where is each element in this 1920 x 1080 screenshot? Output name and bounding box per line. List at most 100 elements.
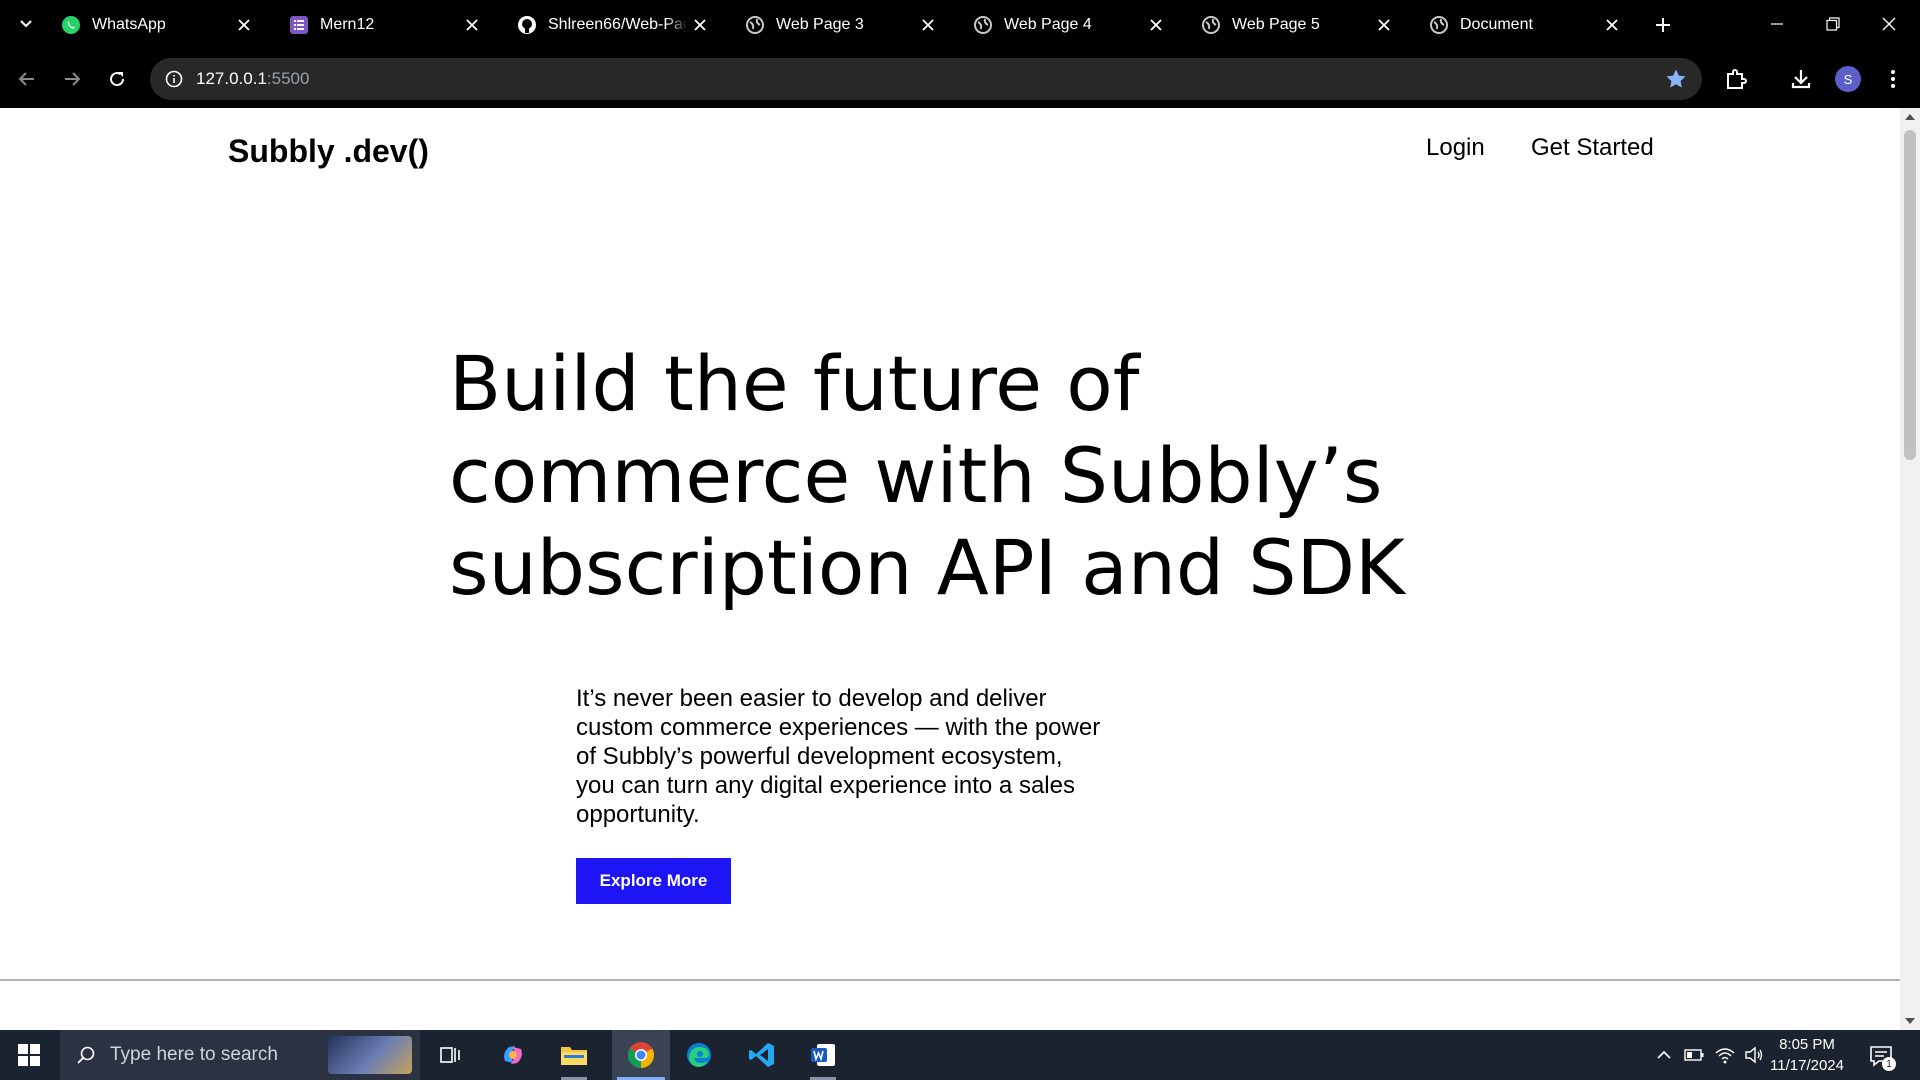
plus-icon — [1656, 18, 1670, 32]
close-icon[interactable] — [688, 13, 712, 37]
close-icon[interactable] — [1372, 13, 1396, 37]
nav-login-link[interactable]: Login — [1426, 134, 1485, 162]
puzzle-icon — [1727, 69, 1747, 89]
word-icon[interactable] — [798, 1030, 848, 1080]
section-divider — [0, 979, 1900, 981]
hero-title: Build the future of commerce with Subbly… — [449, 338, 1449, 614]
info-icon[interactable] — [162, 67, 186, 91]
tab-web-page-5[interactable]: Web Page 5 — [1188, 8, 1404, 42]
edge-icon[interactable] — [674, 1030, 724, 1080]
hero-description-line: opportunity. — [576, 801, 700, 828]
close-icon[interactable] — [1600, 13, 1624, 37]
hero-description-line: you can turn any digital experience into… — [576, 772, 1075, 799]
tab-title: Mern12 — [320, 16, 375, 33]
more-vertical-icon — [1891, 70, 1895, 88]
clock-time: 8:05 PM — [1779, 1036, 1835, 1053]
tab-title: Web Page 3 — [776, 16, 864, 33]
tab-title: Document — [1460, 16, 1533, 33]
hero-description: It’s never been easier to develop and de… — [576, 684, 1156, 829]
browser-toolbar: 127.0.0.1:5500 — [0, 50, 1920, 108]
search-highlight-image[interactable] — [328, 1036, 412, 1074]
back-button[interactable] — [10, 62, 44, 96]
url-text: 127.0.0.1:5500 — [196, 69, 309, 89]
restore-icon — [1826, 17, 1840, 31]
hero-description-line: custom commerce experiences — with the p… — [576, 714, 1101, 741]
clock-date: 11/17/2024 — [1770, 1057, 1844, 1074]
url-host: 127.0.0.1 — [196, 69, 267, 88]
brand-logo[interactable]: Subbly .dev() — [228, 133, 429, 170]
tab-title: Web Page 4 — [1004, 16, 1092, 33]
tab-search-button[interactable] — [14, 12, 38, 36]
tab-whatsapp[interactable]: WhatsApp — [48, 8, 264, 42]
hero-description-line: It’s never been easier to develop and de… — [576, 685, 1047, 712]
close-icon — [1882, 17, 1896, 31]
close-window-button[interactable] — [1866, 8, 1912, 40]
chrome-icon[interactable] — [612, 1030, 670, 1080]
forward-button[interactable] — [55, 62, 89, 96]
bookmark-star-icon[interactable] — [1664, 67, 1688, 91]
hero-title-line: subscription API and SDK — [449, 523, 1405, 612]
reload-icon — [110, 72, 125, 87]
hero-title-line: commerce with Subbly’s — [449, 431, 1383, 520]
taskbar-search[interactable]: Type here to search — [60, 1030, 420, 1080]
github-icon — [516, 14, 538, 36]
close-icon[interactable] — [916, 13, 940, 37]
hero-description-line: of Subbly’s powerful development ecosyst… — [576, 743, 1063, 770]
url-port: :5500 — [266, 69, 310, 88]
forms-icon — [288, 14, 310, 36]
notification-count-badge: 1 — [1882, 1057, 1896, 1071]
close-icon[interactable] — [1144, 13, 1168, 37]
scroll-down-arrow-icon[interactable] — [1905, 1018, 1915, 1024]
page-scrollbar[interactable] — [1900, 108, 1920, 1030]
windows-taskbar: Type here to search 8:05 PM 11/17/2024 1 — [0, 1030, 1920, 1080]
extensions-button[interactable] — [1719, 62, 1753, 96]
windows-logo-icon — [18, 1044, 40, 1066]
taskbar-clock[interactable]: 8:05 PM 11/17/2024 — [1762, 1034, 1852, 1076]
copilot-icon[interactable] — [488, 1030, 538, 1080]
reload-button[interactable] — [100, 62, 134, 96]
new-tab-button[interactable] — [1650, 12, 1676, 38]
task-view-icon[interactable] — [425, 1030, 475, 1080]
search-icon — [74, 1043, 98, 1067]
hero-title-line: Build the future of — [449, 339, 1140, 428]
globe-icon — [972, 14, 994, 36]
tab-github[interactable]: Shlreen66/Web-Page — [504, 8, 720, 42]
whatsapp-icon — [60, 14, 82, 36]
tab-web-page-4[interactable]: Web Page 4 — [960, 8, 1176, 42]
page-viewport: Subbly .dev() Login Get Started Build th… — [0, 108, 1900, 1030]
vscode-icon[interactable] — [737, 1030, 787, 1080]
address-bar[interactable]: 127.0.0.1:5500 — [150, 58, 1702, 100]
minimize-icon — [1771, 23, 1783, 25]
chevron-down-icon — [20, 20, 32, 28]
tab-web-page-3[interactable]: Web Page 3 — [732, 8, 948, 42]
tab-mern12[interactable]: Mern12 — [276, 8, 492, 42]
file-explorer-icon[interactable] — [549, 1030, 599, 1080]
browser-menu-button[interactable] — [1876, 62, 1910, 96]
arrow-left-icon — [18, 72, 34, 86]
tab-strip: WhatsApp Mern12 Shlreen66/Web-Page Web P… — [0, 0, 1920, 50]
close-icon[interactable] — [232, 13, 256, 37]
minimize-button[interactable] — [1754, 8, 1800, 40]
globe-icon — [1200, 14, 1222, 36]
arrow-right-icon — [65, 72, 81, 86]
scroll-up-arrow-icon[interactable] — [1905, 114, 1915, 120]
search-placeholder: Type here to search — [110, 1044, 278, 1065]
tab-title: Shlreen66/Web-Page — [548, 16, 688, 33]
close-icon[interactable] — [460, 13, 484, 37]
tab-title: Web Page 5 — [1232, 16, 1320, 33]
chevron-up-icon[interactable] — [1652, 1043, 1676, 1067]
battery-icon[interactable] — [1682, 1043, 1706, 1067]
start-button[interactable] — [0, 1030, 58, 1080]
scrollbar-thumb[interactable] — [1904, 130, 1916, 460]
nav-get-started-link[interactable]: Get Started — [1531, 134, 1654, 162]
downloads-button[interactable] — [1784, 62, 1818, 96]
restore-button[interactable] — [1810, 8, 1856, 40]
tab-title: WhatsApp — [92, 16, 166, 33]
wifi-icon[interactable] — [1713, 1043, 1737, 1067]
globe-icon — [744, 14, 766, 36]
tab-document[interactable]: Document — [1416, 8, 1632, 42]
profile-avatar[interactable]: S — [1835, 66, 1861, 92]
explore-more-button[interactable]: Explore More — [576, 858, 731, 904]
download-icon — [1791, 70, 1811, 89]
notification-center-button[interactable]: 1 — [1866, 1041, 1896, 1071]
